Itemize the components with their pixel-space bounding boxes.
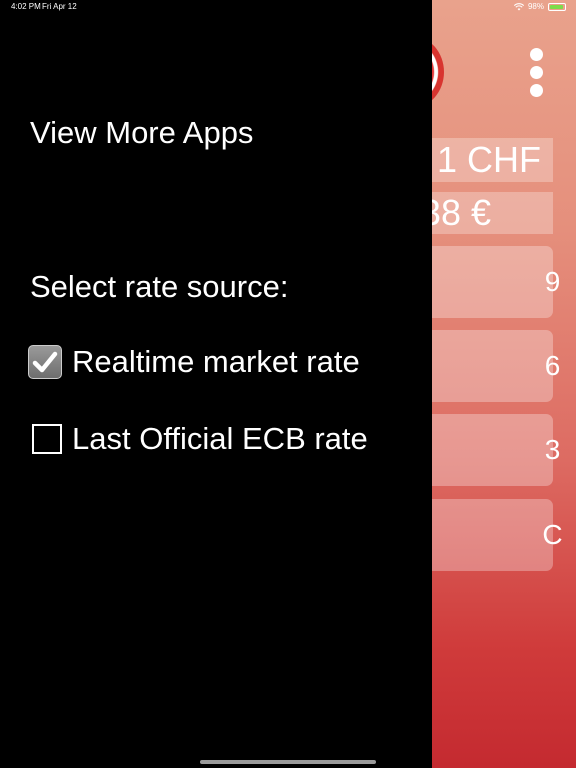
side-drawer: View More Apps Select rate source: Realt…: [0, 0, 432, 768]
home-indicator[interactable]: [200, 760, 376, 764]
battery-percent: 98%: [527, 2, 544, 11]
option-label: Realtime market rate: [72, 344, 360, 379]
wifi-icon: [513, 3, 524, 11]
status-right: 98%: [513, 0, 566, 14]
key-label: 3: [544, 434, 561, 465]
target-amount-field[interactable]: 38 €: [420, 192, 553, 234]
option-realtime-rate[interactable]: Realtime market rate: [28, 344, 360, 380]
option-ecb-rate[interactable]: Last Official ECB rate: [28, 421, 368, 457]
battery-icon: [548, 3, 566, 11]
key-label: 6: [544, 350, 561, 381]
key-label: C: [542, 519, 563, 550]
key-label: 9: [544, 266, 561, 297]
more-options-icon[interactable]: [524, 48, 548, 102]
status-bar: 4:02 PM Fri Apr 12 98%: [0, 0, 576, 14]
status-time: 4:02 PM: [11, 2, 41, 11]
status-date: Fri Apr 12: [42, 2, 77, 11]
view-more-apps-link[interactable]: View More Apps: [30, 114, 253, 152]
checkbox-checked-icon[interactable]: [28, 345, 62, 379]
source-amount-field[interactable]: 1 CHF: [420, 138, 553, 182]
rate-source-label: Select rate source:: [30, 269, 289, 304]
checkbox-empty-icon[interactable]: [32, 424, 62, 454]
option-label: Last Official ECB rate: [72, 421, 368, 456]
